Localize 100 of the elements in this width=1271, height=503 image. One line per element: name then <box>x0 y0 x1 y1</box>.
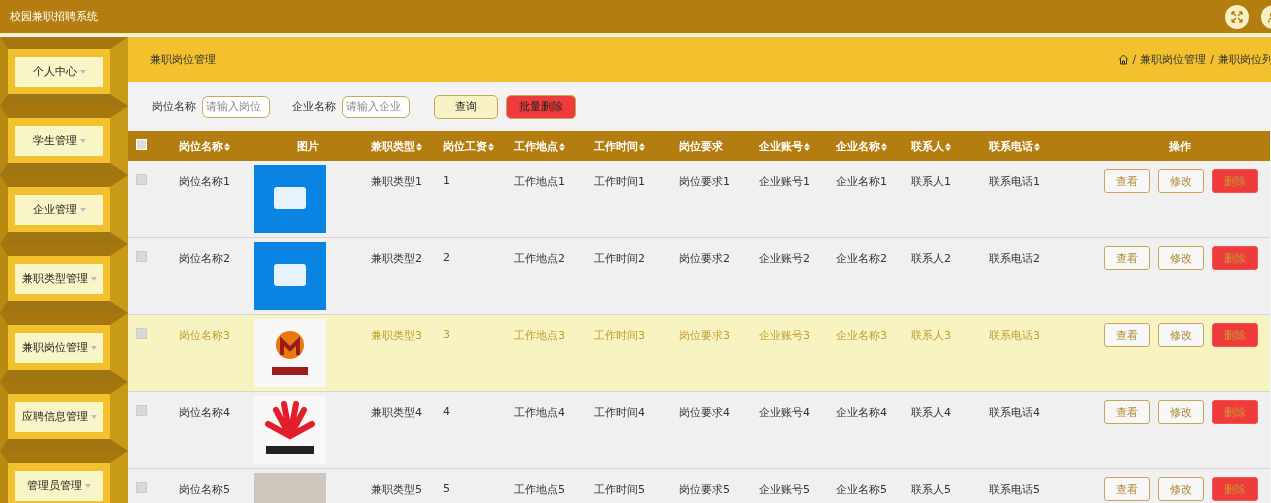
table-cell: 岗位要求4 <box>679 406 730 419</box>
field-label: 企业名称 <box>292 99 336 114</box>
table-cell: 岗位名称3 <box>179 329 230 342</box>
table-cell: 1 <box>443 174 450 187</box>
table-cell: 岗位名称5 <box>179 483 230 496</box>
table-cell: 联系人4 <box>911 406 951 419</box>
view-button[interactable]: 查看 <box>1104 400 1150 424</box>
table-cell: 兼职类型1 <box>371 175 422 188</box>
table-cell: 工作地点2 <box>514 252 565 265</box>
table-cell: 2 <box>443 251 450 264</box>
caret-icon <box>79 207 86 212</box>
sidebar-item[interactable]: 应聘信息管理 <box>15 401 103 432</box>
table-row[interactable]: 岗位名称2 兼职类型2 2 工作地点2 工作时间2 岗位要求2 企业账号2 企业名称2 联系人2 联系电话2 查看 修改 删除 <box>128 237 1270 315</box>
field-label: 岗位名称 <box>152 99 196 114</box>
logo-image <box>254 319 326 387</box>
table-cell: 企业账号5 <box>759 483 810 496</box>
app-title: 校园兼职招聘系统 <box>10 9 98 24</box>
table-cell: 岗位要求5 <box>679 483 730 496</box>
row-checkbox[interactable] <box>136 174 147 185</box>
table-cell: 联系人5 <box>911 483 951 496</box>
highlighted-row[interactable]: 岗位名称3 兼职类型3 3 工作地点3 工作时间3 岗位要求3 企业账号3 企业名称3 联系人3 联系电话3 查看 修改 删除 <box>128 314 1270 392</box>
row-checkbox[interactable] <box>136 251 147 262</box>
caret-icon <box>79 138 86 143</box>
table-cell: 岗位要求2 <box>679 252 730 265</box>
table-cell: 工作地点3 <box>514 329 565 342</box>
table-cell: 工作时间1 <box>594 175 645 188</box>
table-cell: 岗位要求1 <box>679 175 730 188</box>
table-cell: 岗位名称4 <box>179 406 230 419</box>
row-checkbox[interactable] <box>136 328 147 339</box>
caret-icon <box>79 69 86 74</box>
table-cell: 联系人2 <box>911 252 951 265</box>
breadcrumb-separator: / <box>1210 53 1214 66</box>
table-cell: 联系电话2 <box>989 252 1040 265</box>
view-button[interactable]: 查看 <box>1104 477 1150 501</box>
breadcrumb-link[interactable]: 兼职岗位管理 <box>1140 52 1207 67</box>
table-cell: 工作时间5 <box>594 483 645 496</box>
edit-button[interactable]: 修改 <box>1158 477 1204 501</box>
table-cell: 企业账号1 <box>759 175 810 188</box>
table-cell: 联系电话5 <box>989 483 1040 496</box>
column-header: 岗位要求 <box>679 139 723 153</box>
edit-button[interactable]: 修改 <box>1158 400 1204 424</box>
view-button[interactable]: 查看 <box>1104 169 1150 193</box>
table-cell: 企业账号2 <box>759 252 810 265</box>
home-icon[interactable] <box>1117 54 1129 65</box>
row-checkbox[interactable] <box>136 405 147 416</box>
table-row[interactable]: 岗位名称1 兼职类型1 1 工作地点1 工作时间1 岗位要求1 企业账号1 企业名称1 联系人1 联系电话1 查看 修改 删除 <box>128 161 1270 238</box>
sidebar-item[interactable]: 兼职类型管理 <box>15 263 103 294</box>
table-cell: 联系电话1 <box>989 175 1040 188</box>
column-header[interactable]: 联系电话 <box>989 139 1033 153</box>
table-cell: 联系人3 <box>911 329 951 342</box>
sidebar-item[interactable]: 个人中心 <box>15 56 103 87</box>
table-cell: 兼职类型3 <box>371 329 422 342</box>
table-cell: 岗位名称2 <box>179 252 230 265</box>
search-field[interactable]: 请输入岗位 <box>202 95 270 118</box>
table-cell: 工作时间2 <box>594 252 645 265</box>
breadcrumb-separator: / <box>1132 53 1137 66</box>
table-cell: 企业名称2 <box>836 252 887 265</box>
fullscreen-icon[interactable] <box>1225 4 1249 29</box>
caret-icon <box>85 483 91 488</box>
batch-delete-button[interactable]: 批量删除 <box>506 94 576 119</box>
table-cell: 联系电话4 <box>989 406 1040 419</box>
logo-image <box>254 242 326 310</box>
table-cell: 企业账号3 <box>759 329 810 342</box>
table-cell: 4 <box>443 405 450 418</box>
table-cell: 5 <box>443 482 450 495</box>
caret-icon <box>90 414 97 419</box>
table-row[interactable]: 岗位名称4 兼职类型4 4 工作地点4 工作时间4 岗位要求4 企业账号4 企业名称4 联系人4 联系电话4 查看 修改 删除 <box>128 391 1270 469</box>
table-cell: 企业名称5 <box>836 483 887 496</box>
table-cell: 工作地点1 <box>514 175 565 188</box>
page-title: 兼职岗位管理 <box>150 52 216 67</box>
row-checkbox[interactable] <box>136 482 147 493</box>
sidebar-item[interactable]: 学生管理 <box>15 125 103 156</box>
table-cell: 企业账号4 <box>759 406 810 419</box>
sidebar-item[interactable]: 管理员管理 <box>15 470 103 501</box>
select-all-checkbox[interactable] <box>136 139 147 150</box>
table-cell: 工作地点5 <box>514 483 565 496</box>
caret-icon <box>90 276 97 281</box>
column-header[interactable]: 联系人 <box>911 139 944 153</box>
table-row[interactable]: 岗位名称5 兼职类型5 5 工作地点5 工作时间5 岗位要求5 企业账号5 企业名称5 联系人5 联系电话5 查看 修改 删除 <box>128 468 1270 503</box>
logo-image <box>254 396 326 464</box>
column-header: 操作 <box>1168 139 1191 153</box>
column-header: 图片 <box>296 139 319 153</box>
sidebar-item[interactable]: 企业管理 <box>15 194 103 225</box>
edit-button[interactable]: 修改 <box>1158 246 1204 270</box>
logo-image <box>254 165 326 233</box>
table-cell: 工作时间3 <box>594 329 645 342</box>
table-cell: 3 <box>443 328 450 341</box>
view-button[interactable]: 查看 <box>1104 323 1150 347</box>
table-cell: 岗位要求3 <box>679 329 730 342</box>
caret-icon <box>90 345 97 350</box>
search-button[interactable]: 查询 <box>434 94 498 119</box>
table-cell: 兼职类型5 <box>371 483 422 496</box>
table-cell: 企业名称3 <box>836 329 887 342</box>
table-cell: 企业名称4 <box>836 406 887 419</box>
edit-button[interactable]: 修改 <box>1158 323 1204 347</box>
table-cell: 联系电话3 <box>989 329 1040 342</box>
edit-button[interactable]: 修改 <box>1158 169 1204 193</box>
view-button[interactable]: 查看 <box>1104 246 1150 270</box>
search-field[interactable]: 请输入企业 <box>342 95 410 118</box>
sidebar-item[interactable]: 兼职岗位管理 <box>15 332 103 363</box>
